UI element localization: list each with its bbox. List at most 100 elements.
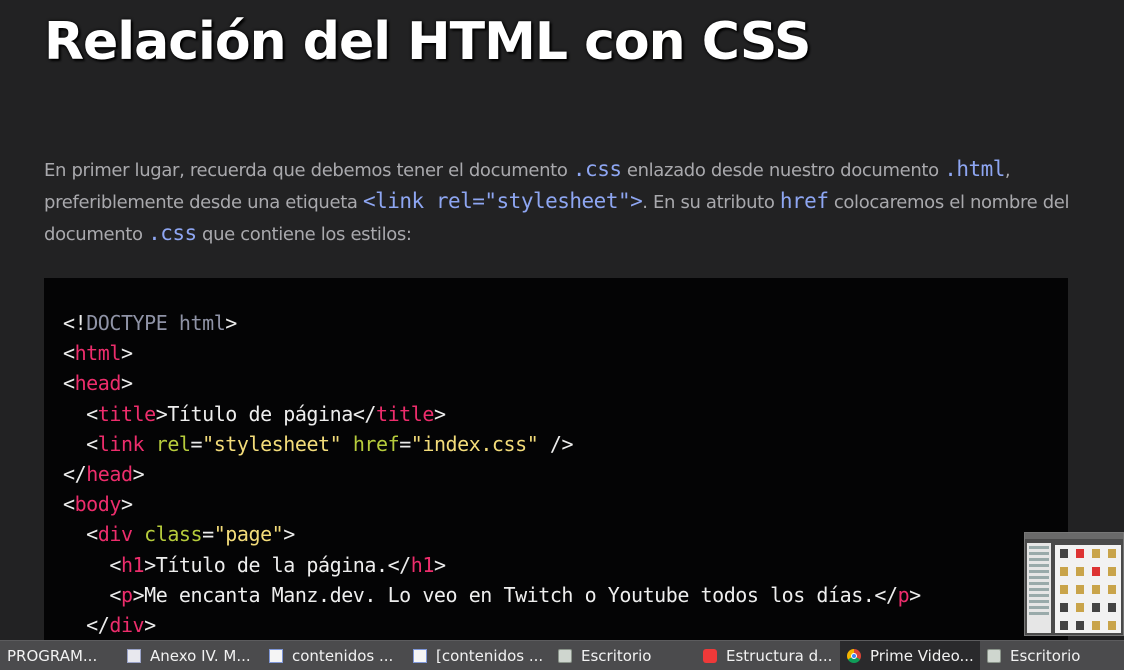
code-line: <title>Título de página</title> [63, 399, 921, 429]
code-token: > [120, 371, 133, 396]
code-token: < [63, 401, 98, 426]
taskbar-button-label: Escritorio [1010, 646, 1081, 665]
code-token: Me encanta Manz.dev. Lo veo en Twitch o … [144, 582, 875, 607]
code-token: title [376, 401, 434, 426]
thumbnail-titlebar [1025, 533, 1123, 539]
taskbar-button-label: [contenidos ... [436, 646, 544, 665]
taskbar-button[interactable]: contenidos ... [262, 641, 406, 670]
code-token: = [202, 522, 214, 547]
code-token: p [897, 582, 910, 607]
code-token: Título de la página. [155, 552, 388, 577]
code-token: rel [155, 431, 191, 456]
folder-icon [987, 648, 1001, 663]
code-token: > [132, 582, 145, 607]
taskbar-button-label: Anexo IV. M... [150, 646, 251, 665]
code-block: <!DOCTYPE html> <html> <head> <title>Títul… [44, 278, 1068, 658]
thumbnail-file-grid [1055, 545, 1121, 633]
taskbar-button[interactable]: PROGRAM... [0, 641, 120, 670]
code-line: <link rel="stylesheet" href="index.css" … [63, 429, 921, 459]
code-token: "page" [213, 522, 284, 547]
code-token: Título de página [167, 401, 353, 426]
code-token: > [155, 401, 168, 426]
code-token: > [144, 612, 156, 637]
code-token: head [86, 461, 133, 486]
code-token: > [144, 552, 156, 577]
code-token: < [63, 552, 121, 577]
code-token: </ [63, 612, 110, 637]
code-token: < [63, 431, 98, 456]
inline-code: href [779, 189, 829, 213]
taskbar-button-label: Prime Video... [870, 646, 974, 665]
page-title: Relación del HTML con CSS [44, 12, 811, 72]
code-line: </head> [63, 459, 921, 489]
code-token: > [132, 461, 145, 486]
code-listing: <!DOCTYPE html> <html> <head> <title>Títul… [63, 308, 921, 640]
code-line: <html> [63, 338, 921, 368]
code-line: <!DOCTYPE html> [63, 308, 921, 338]
taskbar-button[interactable]: Prime Video... [840, 641, 980, 670]
taskbar-button-label: Escritorio [581, 646, 652, 665]
code-token: > [120, 341, 133, 366]
code-token: > [909, 582, 921, 607]
code-token: body [74, 492, 122, 517]
thumbnail-sidebar [1027, 543, 1051, 633]
code-token: </ [352, 401, 377, 426]
code-token: p [120, 582, 133, 607]
intro-text: que contiene los estilos: [196, 224, 412, 245]
code-token: DOCTYPE html [86, 311, 226, 335]
intro-paragraph: En primer lugar, recuerda que debemos te… [44, 154, 1074, 250]
code-token: html [74, 341, 122, 366]
code-line: <h1>Título de la página.</h1> [63, 550, 921, 580]
code-token: div [109, 612, 145, 637]
doc-icon [127, 648, 141, 663]
code-token: < [63, 492, 75, 517]
code-token: div [97, 522, 133, 547]
folder-icon [558, 648, 572, 663]
inline-code: .html [944, 157, 1005, 181]
code-token: "stylesheet" [202, 431, 342, 456]
taskbar-button[interactable]: [contenidos ... [406, 641, 551, 670]
chrome-icon [847, 648, 861, 663]
taskbar-button-label: contenidos ... [292, 646, 394, 665]
code-token: > [433, 401, 446, 426]
code-token: title [97, 401, 156, 426]
code-token: "index.css" [410, 431, 539, 456]
doc2-icon [269, 648, 283, 663]
taskbar-button[interactable]: Escritorio [551, 641, 696, 670]
code-token: > [433, 552, 446, 577]
code-line: <div class="page"> [63, 519, 921, 549]
taskbar-button[interactable]: Escritorio [980, 641, 1124, 670]
code-line: <head> [63, 368, 921, 398]
code-token: < [63, 371, 75, 396]
taskbar-button-label: PROGRAM... [7, 646, 98, 665]
inline-code: <link rel="stylesheet"> [362, 189, 643, 213]
code-token: = [399, 431, 411, 456]
code-token: link [97, 431, 145, 456]
taskbar-button[interactable]: Anexo IV. M... [120, 641, 262, 670]
code-line: <p>Me encanta Manz.dev. Lo veo en Twitch… [63, 580, 921, 610]
code-token: h1 [410, 552, 435, 577]
inline-code: .css [148, 221, 197, 245]
code-token: href [352, 431, 400, 456]
code-token: > [120, 492, 133, 517]
code-token: < [63, 582, 121, 607]
code-line: </div> [63, 610, 921, 640]
code-token: head [74, 371, 122, 396]
taskbar-button[interactable]: Estructura d... [696, 641, 840, 670]
intro-text: enlazado desde nuestro documento [621, 160, 945, 181]
code-token: < [63, 341, 75, 366]
taskbar: PROGRAM... Anexo IV. M... contenidos ... [c… [0, 640, 1124, 670]
code-token: class [144, 522, 203, 547]
code-token: </ [387, 552, 412, 577]
code-token: /> [538, 431, 574, 456]
window-preview-thumbnail[interactable] [1024, 532, 1124, 636]
code-token: > [225, 311, 237, 335]
intro-text: . En su atributo [642, 192, 780, 213]
code-token: > [283, 522, 295, 547]
viv-icon [703, 648, 717, 663]
browser-page: Relación del HTML con CSS En primer luga… [0, 0, 1124, 670]
code-token: </ [63, 461, 87, 486]
